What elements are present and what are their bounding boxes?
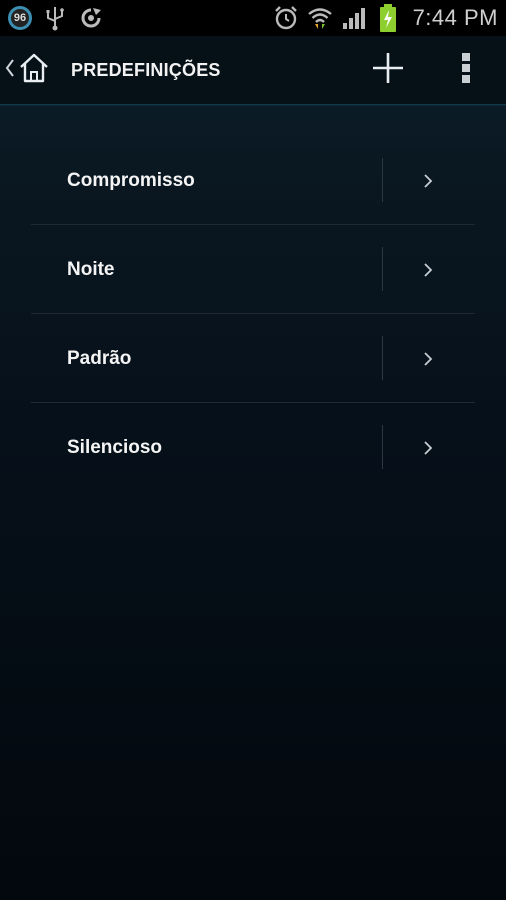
status-time: 7:44 PM [412, 5, 498, 30]
wifi-icon [307, 5, 333, 31]
signal-icon [341, 5, 367, 31]
overflow-menu-icon [460, 51, 472, 90]
alarm-icon [273, 5, 299, 31]
chevron-right-icon[interactable] [419, 257, 437, 283]
preset-label: Compromisso [67, 170, 195, 191]
chevron-left-icon [4, 57, 16, 84]
row-divider [382, 158, 383, 202]
preset-label: Silencioso [67, 437, 163, 458]
home-icon [16, 50, 52, 91]
add-icon [371, 51, 405, 90]
overflow-menu-button[interactable] [444, 50, 488, 90]
usb-icon [42, 5, 68, 31]
preset-label: Padrão [67, 348, 132, 369]
list-item-preset[interactable]: Compromisso [31, 136, 475, 225]
row-divider [382, 336, 383, 380]
action-bar: PREDEFINIÇÕES [0, 36, 506, 105]
battery-charging-icon [375, 4, 401, 32]
chevron-right-icon[interactable] [419, 435, 437, 461]
row-divider [382, 247, 383, 291]
status-bar: 96 7:44 PM [0, 0, 506, 36]
sync-app-icon [78, 5, 104, 31]
list-item-preset[interactable]: Silencioso [31, 403, 475, 491]
chevron-right-icon[interactable] [419, 168, 437, 194]
chevron-right-icon[interactable] [419, 346, 437, 372]
page-title: PREDEFINIÇÕES [71, 60, 221, 80]
up-home-button[interactable] [4, 50, 52, 90]
status-bar-left: 96 [8, 4, 104, 32]
list-item-preset[interactable]: Noite [31, 225, 475, 314]
preset-label: Noite [67, 259, 115, 280]
row-divider [382, 425, 383, 469]
add-preset-button[interactable] [366, 50, 410, 90]
notification-count-badge: 96 [8, 6, 32, 30]
list-item-preset[interactable]: Padrão [31, 314, 475, 403]
status-bar-right: 7:44 PM [273, 4, 498, 32]
presets-list: Compromisso Noite Padrão Silencioso [31, 136, 475, 491]
